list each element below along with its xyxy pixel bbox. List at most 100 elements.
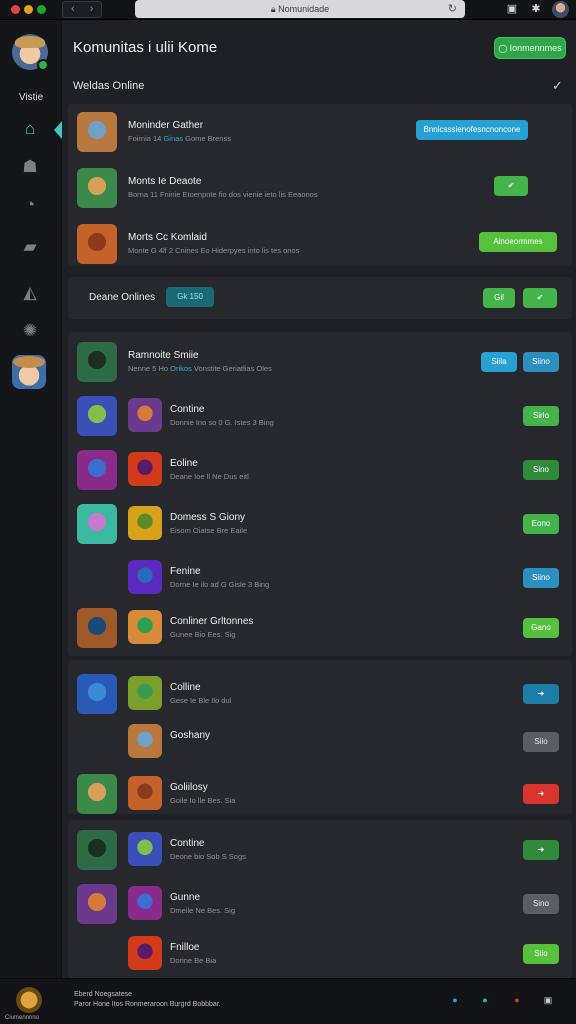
member-action-button[interactable]: Siino xyxy=(523,352,559,372)
member-action-button[interactable]: Sirlo xyxy=(523,406,559,426)
member-action-button[interactable]: ➜ xyxy=(523,840,559,860)
member-name: Fenine xyxy=(170,566,201,577)
member-action-button[interactable]: Siio xyxy=(523,732,559,752)
main-content: Komunitas i ulii Kome Ionmennmes Weldas … xyxy=(62,20,576,978)
subtitle-text: Monte G 4lf 2 Cnines xyxy=(128,246,201,255)
chat-icon[interactable]: ▰ xyxy=(19,236,41,258)
online-count-chip[interactable]: Gk 150 xyxy=(166,287,214,307)
member-action-button[interactable]: Siino xyxy=(523,568,559,588)
member-game-avatar[interactable] xyxy=(128,724,162,758)
member-subtitle: Deone bio Sob S Sogs xyxy=(170,852,246,861)
member-action-button[interactable]: Sino xyxy=(523,460,559,480)
window-icon[interactable]: ▣ xyxy=(541,993,555,1007)
reload-icon[interactable]: ↻ xyxy=(448,0,457,18)
member-avatar[interactable] xyxy=(77,342,117,382)
house-icon[interactable]: ☗ xyxy=(19,156,41,178)
subtitle-highlight[interactable]: Ginas xyxy=(163,134,185,143)
member-avatar[interactable] xyxy=(77,396,117,436)
discord-icon[interactable]: ▣ xyxy=(506,3,518,15)
address-text: Nomunidade xyxy=(278,4,330,14)
maximize-window-button[interactable] xyxy=(37,5,46,14)
notification-icon[interactable]: ● xyxy=(510,993,524,1007)
member-subtitle: Nenne 5 Ho Orikos Vonstite Geriatlias Ol… xyxy=(128,364,272,373)
member-avatar[interactable] xyxy=(77,830,117,870)
settings-icon[interactable]: ✱ xyxy=(530,3,542,15)
member-game-avatar[interactable] xyxy=(128,776,162,810)
featured-avatar[interactable] xyxy=(77,224,117,264)
profile-avatar[interactable] xyxy=(12,34,49,71)
member-game-avatar[interactable] xyxy=(128,676,162,710)
member-subtitle: Borna 11 Fninie Etoenpnte fio dos vienie… xyxy=(128,190,318,199)
member-game-avatar[interactable] xyxy=(128,560,162,594)
member-action-button[interactable]: Siila xyxy=(481,352,517,372)
featured-panel: Moninder Gather Foirnia 14 Ginas Gome Bre… xyxy=(68,104,572,266)
subtitle-text: Dmeile Ne Bes. Sig xyxy=(170,906,236,915)
member-action-button[interactable]: Gano xyxy=(523,618,559,638)
subtitle-text: Nenne 5 Ho xyxy=(128,364,171,373)
member-avatar[interactable] xyxy=(77,674,117,714)
member-avatar[interactable] xyxy=(77,450,117,490)
member-subtitle: Dorne Ie ilo ad G Gisle 3 Bing xyxy=(170,580,269,589)
nav-back-forward-buttons[interactable]: ‹ › xyxy=(62,1,102,18)
featured-action-button[interactable]: ✔ xyxy=(494,176,528,196)
member-avatar[interactable] xyxy=(77,884,117,924)
flag-icon[interactable]: ◭ xyxy=(19,282,41,304)
subtitle-text: Donnie Ino so 0 G. Istes 3 Bing xyxy=(170,418,274,427)
online-button-2[interactable]: ✔ xyxy=(523,288,557,308)
member-game-avatar[interactable] xyxy=(128,398,162,432)
subtitle-text: Dorne Ie ilo ad G Gisle 3 Bing xyxy=(170,580,270,589)
member-name: Goliilosy xyxy=(170,782,208,793)
minimize-window-button[interactable] xyxy=(24,5,33,14)
member-name: Colline xyxy=(170,682,201,693)
footer-line-1: Eberd Noegsatese xyxy=(74,991,132,998)
online-button-1[interactable]: Gil xyxy=(483,288,515,308)
page-title: Komunitas i ulii Kome xyxy=(73,39,218,56)
subtitle-highlight[interactable]: Orikos xyxy=(170,364,194,373)
window-titlebar: ‹ › 🔒︎ Nomunidade ↻ ▣ ✱ xyxy=(0,0,576,20)
app-logo-icon[interactable] xyxy=(16,987,42,1013)
home-icon[interactable]: ● xyxy=(448,993,462,1007)
member-avatar[interactable] xyxy=(77,774,117,814)
member-subtitle: Gese Ie Ble Ilo dul xyxy=(170,696,231,705)
member-subtitle: Eisom Oiatse Bre Eaile xyxy=(170,526,247,535)
member-game-avatar[interactable] xyxy=(128,506,162,540)
server-avatar[interactable] xyxy=(12,355,46,389)
subtitle-text: Deone bio Sob S Sogs xyxy=(170,852,246,861)
active-indicator xyxy=(54,121,62,139)
member-name: Goshany xyxy=(170,730,211,741)
member-action-button[interactable]: Sino xyxy=(523,894,559,914)
member-game-avatar[interactable] xyxy=(128,886,162,920)
close-window-button[interactable] xyxy=(11,5,20,14)
member-name: Domess S Giony xyxy=(170,512,246,523)
header-action-button[interactable]: Ionmennmes xyxy=(494,37,566,59)
subtitle-text: Etoenpnte fio dos vienie ieto lis Eeaono… xyxy=(182,190,318,199)
member-action-button[interactable]: Eono xyxy=(523,514,559,534)
member-group-2: Colline Gese Ie Ble Ilo dul ➜ Goshany Siio Go… xyxy=(68,660,572,814)
member-game-avatar[interactable] xyxy=(128,452,162,486)
member-avatar[interactable] xyxy=(77,504,117,544)
compass-icon[interactable]: ● xyxy=(478,993,492,1007)
user-avatar[interactable] xyxy=(552,1,569,18)
member-game-avatar[interactable] xyxy=(128,610,162,644)
home-icon[interactable]: ⌂ xyxy=(19,118,41,140)
member-action-button[interactable]: ➜ xyxy=(523,684,559,704)
compass-icon[interactable]: ◔ xyxy=(19,194,41,216)
member-game-avatar[interactable] xyxy=(128,936,162,970)
subtitle-text: Gome Brenss xyxy=(185,134,231,143)
member-subtitle: Deane Ioe ll Ne Dus eitl xyxy=(170,472,249,481)
featured-name: Monts Ie Deaote xyxy=(128,176,202,187)
member-action-button[interactable]: ➜ xyxy=(523,784,559,804)
featured-action-button[interactable]: Alnoeormmes xyxy=(479,232,557,252)
checkmark-icon[interactable]: ✓ xyxy=(552,78,563,94)
featured-action-button[interactable]: Bnnicsssienofesncnoncone xyxy=(416,120,528,140)
member-avatar[interactable] xyxy=(77,608,117,648)
subtitle-text: Goile Io lle Bes. Sia xyxy=(170,796,236,805)
member-game-avatar[interactable] xyxy=(128,832,162,866)
member-action-button[interactable]: Siio xyxy=(523,944,559,964)
featured-avatar[interactable] xyxy=(77,168,117,208)
address-bar[interactable]: 🔒︎ Nomunidade ↻ xyxy=(135,0,465,18)
featured-avatar[interactable] xyxy=(77,112,117,152)
online-status-badge xyxy=(37,59,49,71)
footer-app-label: Ciumennnno xyxy=(5,1015,40,1021)
settings-icon[interactable]: ✺ xyxy=(19,320,41,342)
